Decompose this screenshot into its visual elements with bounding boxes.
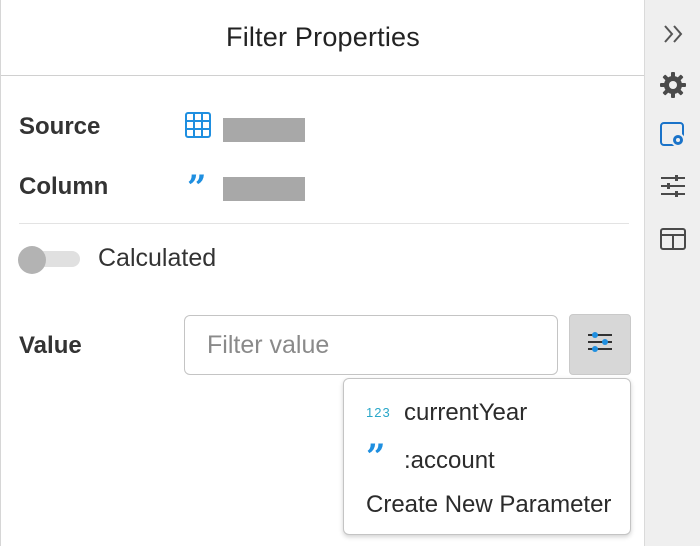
value-label: Value <box>19 332 82 359</box>
create-new-parameter-item[interactable]: Create New Parameter <box>344 483 630 525</box>
parameters-button[interactable] <box>569 314 631 375</box>
dropdown-item-label: :account <box>404 447 495 474</box>
panel-header: Filter Properties <box>1 0 645 76</box>
dropdown-item-label: currentYear <box>404 399 528 426</box>
dropdown-item-account[interactable]: ” :account <box>344 437 630 479</box>
table-grid-icon <box>185 112 211 138</box>
calculated-label: Calculated <box>98 244 217 272</box>
sliders-icon[interactable] <box>659 172 687 200</box>
calculated-toggle[interactable] <box>18 246 80 274</box>
parameters-icon <box>586 330 614 359</box>
quote-icon: ” <box>187 168 207 208</box>
section-divider <box>19 223 629 224</box>
filter-settings-icon[interactable] <box>659 121 687 149</box>
toggle-knob <box>18 246 46 274</box>
parameters-dropdown: 123 currentYear ” :account Create New Pa… <box>343 378 631 535</box>
layout-panel-icon[interactable] <box>659 225 687 253</box>
collapse-double-chevron-icon[interactable] <box>659 20 687 48</box>
column-value-redacted <box>223 177 305 201</box>
panel-title: Filter Properties <box>226 22 420 52</box>
gear-icon[interactable] <box>659 71 687 99</box>
string-type-icon: ” <box>366 437 386 477</box>
dropdown-item-currentyear[interactable]: 123 currentYear <box>344 391 630 433</box>
source-label: Source <box>19 113 101 140</box>
create-new-parameter-label: Create New Parameter <box>366 491 612 518</box>
number-type-icon: 123 <box>366 405 391 420</box>
column-label: Column <box>19 173 109 200</box>
right-sidebar <box>644 0 700 546</box>
filter-value-input[interactable] <box>184 315 558 375</box>
source-value-redacted <box>223 118 305 142</box>
filter-properties-panel: Filter Properties Source Column ” Calcul… <box>0 0 645 546</box>
